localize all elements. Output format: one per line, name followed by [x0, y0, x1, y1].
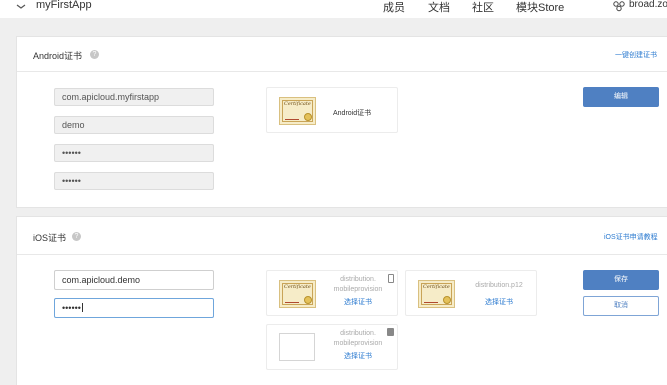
save-button[interactable]: 保存 [583, 270, 659, 290]
android-cert-card[interactable]: Certificate Android证书 [266, 87, 398, 133]
ios-cert-title: iOS证书 [33, 233, 67, 243]
ios-tablet-cert-card[interactable]: distribution. mobileprovision 选择证书 [266, 324, 398, 370]
phone-icon [388, 274, 394, 283]
help-icon[interactable]: ? [90, 50, 99, 59]
user-name[interactable]: broad.zo [629, 0, 667, 10]
edit-button[interactable]: 编辑 [583, 87, 659, 107]
cancel-button[interactable]: 取消 [583, 296, 659, 316]
nav-members[interactable]: 成员 [383, 0, 405, 15]
nav-community[interactable]: 社区 [472, 0, 494, 15]
nav-docs[interactable]: 文档 [428, 0, 450, 15]
ios-p12-cert-card[interactable]: Certificate distribution.p12 选择证书 [405, 270, 537, 316]
android-panel-header [17, 37, 667, 72]
select-cert-link[interactable]: 选择证书 [325, 297, 391, 307]
user-group-icon[interactable] [612, 0, 626, 12]
ios-cert-panel: iOS证书 ? iOS证书申请教程 com.apicloud.demo ••••… [16, 216, 667, 385]
ios-panel-header [17, 217, 667, 255]
ios-cert-tutorial-link[interactable]: iOS证书申请教程 [604, 232, 658, 242]
android-cert-name: Android证书 [333, 110, 372, 117]
certificate-icon: Certificate [279, 280, 316, 308]
android-alias-field: demo [54, 116, 214, 134]
tablet-icon [387, 328, 394, 336]
ios-cert-filename: distribution. mobileprovision [333, 276, 383, 293]
select-cert-link[interactable]: 选择证书 [464, 297, 534, 307]
certificate-icon: Certificate [279, 97, 316, 125]
android-cert-title: Android证书 [33, 51, 83, 61]
select-cert-link[interactable]: 选择证书 [325, 351, 391, 361]
ios-bundle-id-input[interactable]: com.apicloud.demo [54, 270, 214, 290]
empty-certificate-icon [279, 333, 315, 361]
help-icon[interactable]: ? [72, 232, 81, 241]
ios-mobileprovision-cert-card[interactable]: Certificate distribution. mobileprovisio… [266, 270, 398, 316]
android-cert-panel: Android证书 ? 一键创建证书 com.apicloud.myfirsta… [16, 36, 667, 208]
ios-cert-filename: distribution. mobileprovision [333, 330, 383, 347]
android-store-password-field: •••••• [54, 144, 214, 162]
app-name[interactable]: myFirstApp [36, 0, 92, 11]
android-key-password-field: •••••• [54, 172, 214, 190]
nav-module-store[interactable]: 模块Store [516, 0, 564, 15]
one-click-create-cert-link[interactable]: 一键创建证书 [615, 50, 657, 60]
certificate-icon: Certificate [418, 280, 455, 308]
android-package-name-field: com.apicloud.myfirstapp [54, 88, 214, 106]
chevron-down-icon[interactable] [16, 1, 26, 11]
ios-password-input[interactable]: •••••• [54, 298, 214, 318]
top-bar: myFirstApp 成员 文档 社区 模块Store broad.zo [0, 0, 667, 18]
ios-cert-filename: distribution.p12 [475, 282, 523, 289]
